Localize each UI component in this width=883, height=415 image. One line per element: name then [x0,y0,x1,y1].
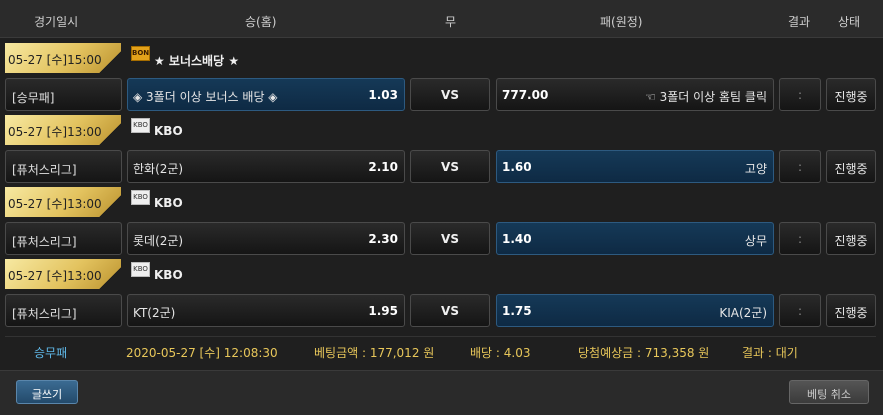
away-odds: 1.40 [502,232,532,246]
summary-type: 승무패 [34,346,68,360]
summary-expected-win: 당첨예상금 : 713,358 원 [578,346,710,360]
league-name: KBO [154,196,183,210]
draw-bet-button[interactable]: VS [410,150,490,183]
status-badge: 진행중 [826,294,876,327]
home-bet-button[interactable]: KT(2군) 1.95 [127,294,405,327]
kbo-icon: KBO [131,262,150,277]
result-cell: : [779,78,821,111]
result-cell: : [779,150,821,183]
match-header: 05-27 [수]13:00 KBO KBO [0,114,883,148]
header-draw: 무 [445,15,457,29]
header-date: 경기일시 [34,15,79,29]
summary-odds: 배당 : 4.03 [470,346,531,360]
draw-bet-button[interactable]: VS [410,294,490,327]
cancel-bet-button[interactable]: 베팅 취소 [789,380,869,404]
match-header: 05-27 [수]13:00 KBO KBO [0,186,883,220]
bottom-bar: 글쓰기 베팅 취소 [0,370,883,415]
bonus-icon: BON [131,46,150,61]
away-bet-button[interactable]: 1.75 KIA(2군) [496,294,774,327]
match-date: 05-27 [수]13:00 [5,259,121,289]
status-badge: 진행중 [826,222,876,255]
kbo-icon: KBO [131,190,150,205]
match-header: 05-27 [수]13:00 KBO KBO [0,258,883,292]
draw-bet-button[interactable]: VS [410,78,490,111]
home-odds: 1.95 [368,304,398,318]
kbo-icon: KBO [131,118,150,133]
away-team-name: ☜ 3폴더 이상 홈팀 클릭 [645,90,767,104]
header-result: 결과 [788,15,811,29]
league-name: KBO [154,124,183,138]
result-cell: : [779,294,821,327]
away-bet-button[interactable]: 777.00 ☜ 3폴더 이상 홈팀 클릭 [496,78,774,111]
away-team-name: 고양 [744,162,767,176]
league-name: ★ 보너스배당 ★ [154,54,240,68]
home-bet-button[interactable]: 롯데(2군) 2.30 [127,222,405,255]
bet-type: [승무패] [5,78,122,111]
bet-row: [승무패] ◈ 3폴더 이상 보너스 배당 ◈ 1.03 VS 777.00 ☜… [0,78,883,112]
home-team-name: KT(2군) [133,306,176,320]
league-name: KBO [154,268,183,282]
home-bet-button[interactable]: ◈ 3폴더 이상 보너스 배당 ◈ 1.03 [127,78,405,111]
header-status: 상태 [838,15,861,29]
match-date: 05-27 [수]13:00 [5,187,121,217]
away-bet-button[interactable]: 1.40 상무 [496,222,774,255]
match-header: 05-27 [수]15:00 BON ★ 보너스배당 ★ [0,42,883,76]
bet-summary: 승무패 2020-05-27 [수] 12:08:30 베팅금액 : 177,0… [5,336,876,364]
home-bet-button[interactable]: 한화(2군) 2.10 [127,150,405,183]
status-badge: 진행중 [826,150,876,183]
away-odds: 777.00 [502,88,549,102]
bet-type: [퓨처스리그] [5,294,122,327]
result-cell: : [779,222,821,255]
summary-datetime: 2020-05-27 [수] 12:08:30 [126,346,278,360]
away-odds: 1.60 [502,160,532,174]
header-home: 승(홈) [245,15,277,29]
bet-row: [퓨처스리그] 롯데(2군) 2.30 VS 1.40 상무 : 진행중 [0,222,883,256]
home-team-name: ◈ 3폴더 이상 보너스 배당 ◈ [133,90,278,104]
home-team-name: 롯데(2군) [133,234,184,248]
away-team-name: KIA(2군) [719,306,767,320]
table-header: 경기일시 승(홈) 무 패(원정) 결과 상태 [0,0,883,38]
home-team-name: 한화(2군) [133,162,184,176]
away-team-name: 상무 [744,234,767,248]
write-button[interactable]: 글쓰기 [16,380,78,404]
header-away: 패(원정) [600,15,643,29]
home-odds: 1.03 [368,88,398,102]
bet-type: [퓨처스리그] [5,150,122,183]
bet-type: [퓨처스리그] [5,222,122,255]
match-date: 05-27 [수]15:00 [5,43,121,73]
summary-bet-amount: 베팅금액 : 177,012 원 [314,346,435,360]
status-badge: 진행중 [826,78,876,111]
summary-result: 결과 : 대기 [742,346,798,360]
bet-row: [퓨처스리그] KT(2군) 1.95 VS 1.75 KIA(2군) : 진행… [0,294,883,328]
away-odds: 1.75 [502,304,532,318]
away-bet-button[interactable]: 1.60 고양 [496,150,774,183]
home-odds: 2.30 [368,232,398,246]
match-date: 05-27 [수]13:00 [5,115,121,145]
draw-bet-button[interactable]: VS [410,222,490,255]
bet-row: [퓨처스리그] 한화(2군) 2.10 VS 1.60 고양 : 진행중 [0,150,883,184]
home-odds: 2.10 [368,160,398,174]
